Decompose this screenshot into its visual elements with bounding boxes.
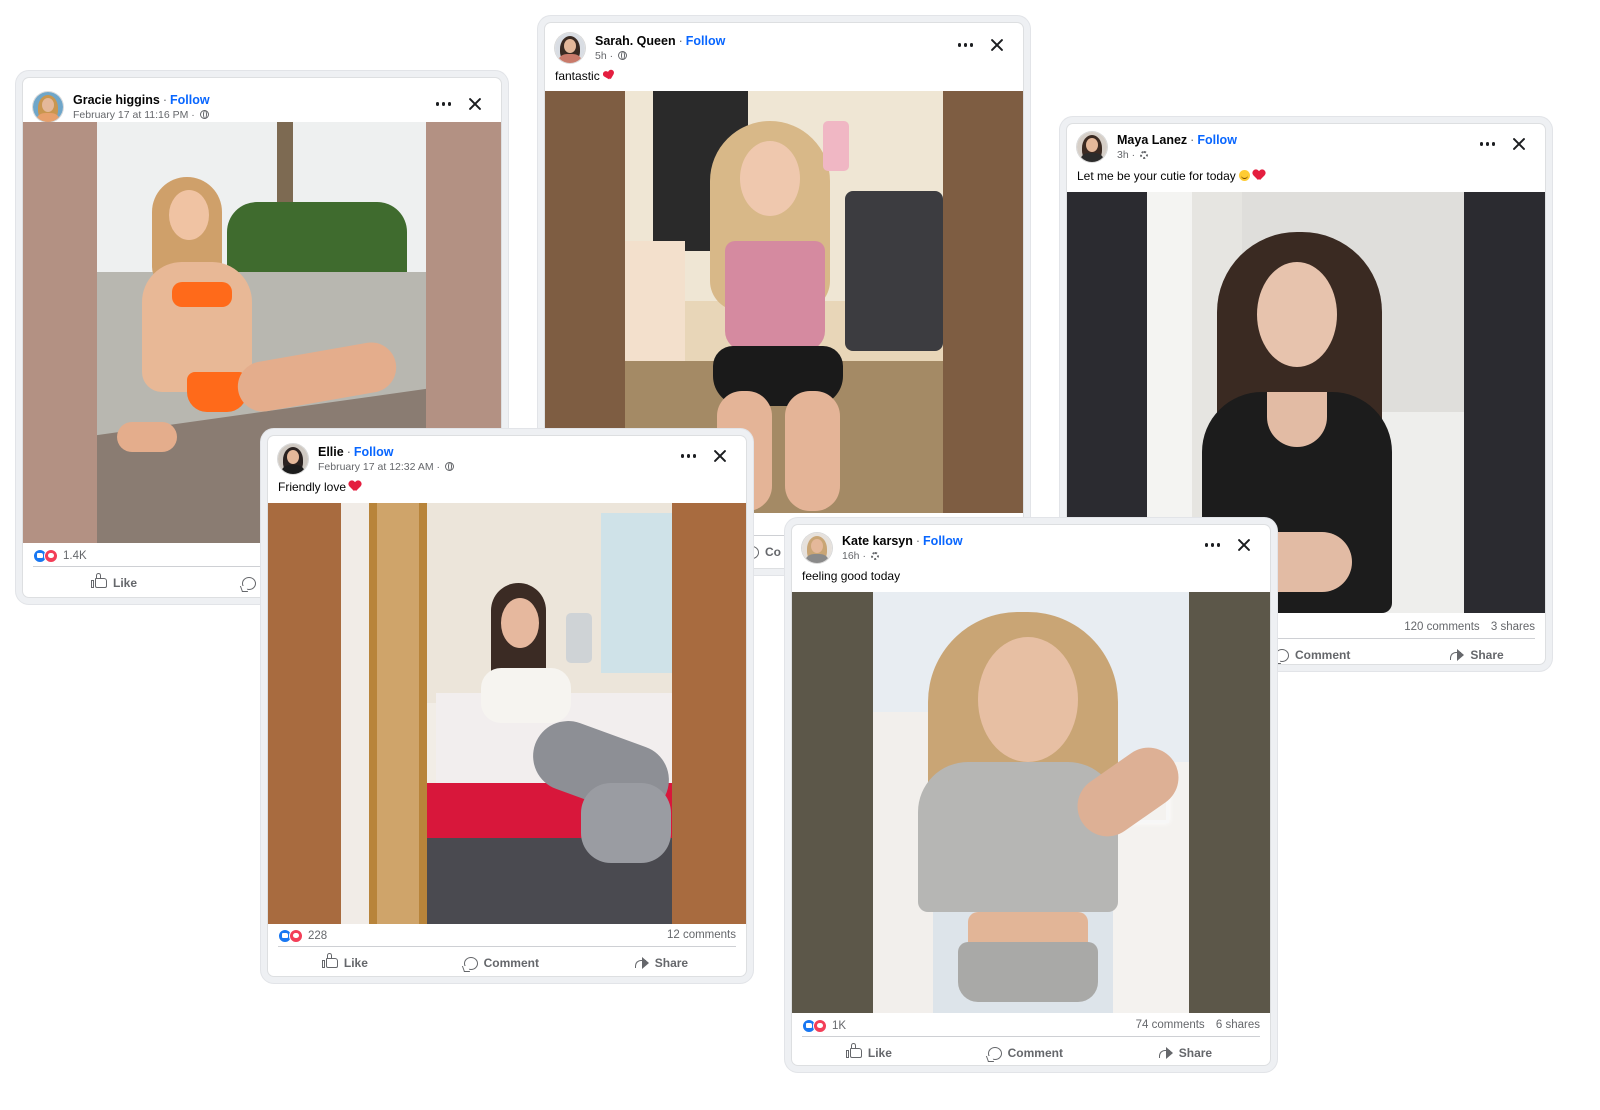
share-count[interactable]: 3 shares [1491,621,1535,633]
post-header: Kate karsyn · Follow 16h · [802,533,1260,567]
close-icon[interactable] [467,96,483,112]
post-timestamp[interactable]: February 17 at 11:16 PM [73,109,188,121]
love-reaction-icon [44,549,58,563]
two-hearts-emoji [603,70,615,82]
reaction-count: 1K [832,1020,847,1032]
avatar[interactable] [802,533,832,563]
avatar[interactable] [1077,132,1107,162]
comment-icon [463,956,478,970]
heart-emoji [349,481,361,492]
like-button[interactable]: Like [845,1043,892,1060]
close-icon[interactable] [989,37,1005,53]
post-caption: Let me be your cutie for today [1077,168,1265,184]
post-header: Ellie · Follow February 17 at 12:32 AM · [278,444,736,478]
comment-button[interactable]: Comment [1275,648,1350,662]
more-options-icon[interactable] [957,37,973,53]
avatar[interactable] [33,92,63,122]
heart-emoji [1253,170,1265,181]
gear-icon [1140,151,1149,159]
action-bar: Like Comment Share [278,946,736,976]
comment-icon [1275,648,1289,662]
close-icon[interactable] [712,448,728,464]
more-options-icon[interactable] [1479,136,1495,152]
share-button[interactable]: Share [1450,648,1504,662]
avatar[interactable] [555,33,585,63]
post-stats: 1K 74 comments 6 shares [802,1018,1260,1036]
like-icon [321,953,338,968]
smile-emoji [1239,170,1251,181]
follow-link[interactable]: Follow [170,93,210,107]
globe-icon [444,462,454,471]
follow-link[interactable]: Follow [1197,133,1237,147]
avatar[interactable] [278,444,308,474]
comment-icon [242,576,257,590]
post-photo[interactable] [792,592,1270,1013]
more-options-icon[interactable] [680,448,696,464]
share-button[interactable]: Share [1158,1046,1212,1060]
reaction-summary[interactable]: 1.4K [33,549,87,563]
gear-icon [870,552,879,560]
close-icon[interactable] [1236,537,1252,553]
author-name[interactable]: Sarah. Queen [595,34,676,48]
comment-count[interactable]: 120 comments [1404,621,1479,633]
share-count[interactable]: 6 shares [1216,1019,1260,1031]
author-name[interactable]: Ellie [318,445,344,459]
globe-icon [199,110,209,119]
share-icon [634,957,649,969]
globe-icon [618,51,628,60]
comment-button[interactable]: Co [745,545,781,559]
reaction-count: 1.4K [63,550,87,562]
comment-icon [987,1046,1002,1060]
post-card-ellie: Ellie · Follow February 17 at 12:32 AM · F… [268,436,746,976]
like-button[interactable]: Like [91,573,137,590]
post-timestamp[interactable]: 16h [842,550,860,562]
author-name[interactable]: Kate karsyn [842,534,913,548]
post-timestamp[interactable]: 3h [1117,149,1129,161]
more-options-icon[interactable] [435,96,451,112]
post-header: Sarah. Queen · Follow 5h · [555,33,1013,67]
reaction-count: 228 [308,930,328,942]
comment-count[interactable]: 74 comments [1136,1019,1205,1031]
author-name[interactable]: Gracie higgins [73,93,160,107]
like-icon [91,573,107,588]
reaction-summary[interactable]: 228 [278,929,327,943]
action-bar: Like Comment Share [802,1036,1260,1065]
post-caption: fantastic [555,68,615,84]
share-icon [1450,649,1465,661]
post-caption: Friendly love [278,479,361,495]
post-timestamp[interactable]: February 17 at 12:32 AM [318,461,434,473]
post-stats: 228 12 comments [278,928,736,946]
comment-count[interactable]: 12 comments [667,929,736,941]
reaction-summary[interactable]: 1K [802,1019,846,1033]
comment-button[interactable]: Comment [463,956,539,970]
love-reaction-icon [289,929,303,943]
share-icon [1158,1047,1173,1059]
more-options-icon[interactable] [1204,537,1220,553]
post-card-kate: Kate karsyn · Follow 16h · feeling good to… [792,525,1270,1065]
follow-link[interactable]: Follow [354,445,394,459]
author-name[interactable]: Maya Lanez [1117,133,1187,147]
comment-icon [745,545,759,559]
like-button[interactable]: Like [321,953,368,970]
follow-link[interactable]: Follow [686,34,726,48]
post-header: Gracie higgins · Follow February 17 at 11:… [33,92,491,126]
post-header: Maya Lanez · Follow 3h · [1077,132,1535,166]
follow-link[interactable]: Follow [923,534,963,548]
like-icon [845,1043,862,1058]
share-button[interactable]: Share [634,956,688,970]
love-reaction-icon [813,1019,827,1033]
comment-button[interactable]: Comment [987,1046,1063,1060]
post-timestamp[interactable]: 5h [595,50,607,62]
post-caption: feeling good today [802,569,901,583]
post-photo[interactable] [268,503,746,924]
close-icon[interactable] [1511,136,1527,152]
